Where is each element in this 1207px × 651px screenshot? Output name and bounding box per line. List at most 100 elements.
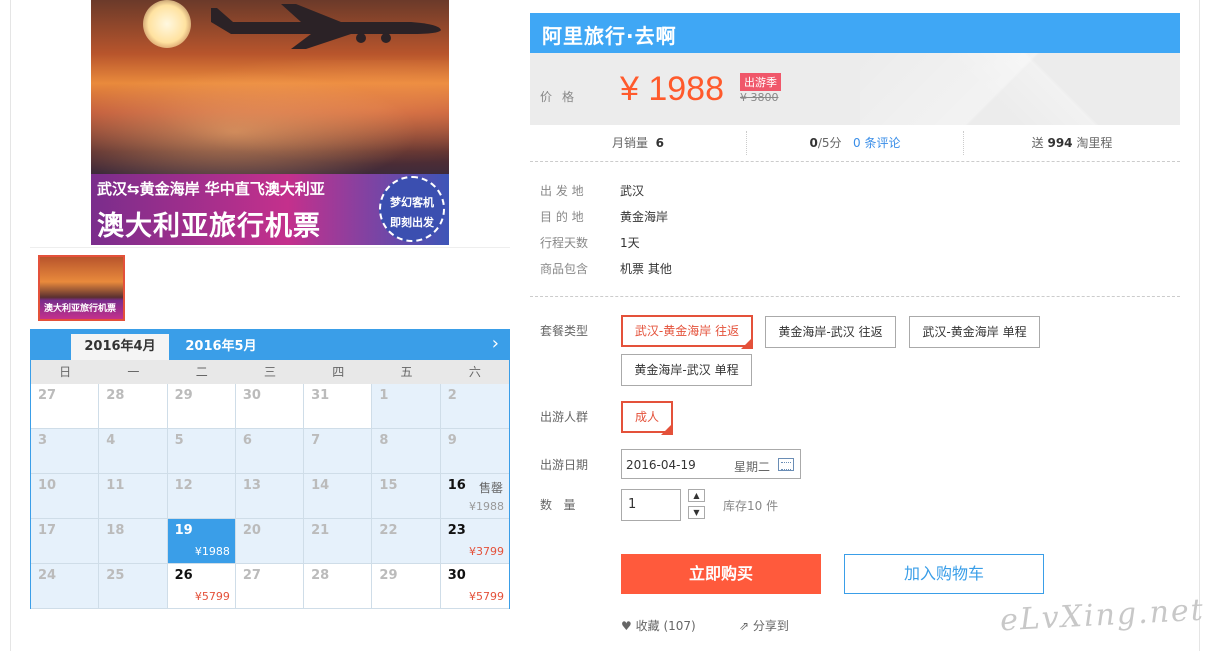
cloud-graphic [91,60,449,180]
info-value: 机票 其他 [620,262,672,276]
share-button[interactable]: ⇗ 分享到 [739,617,789,634]
rating: 0/5分 0 条评论 [747,131,964,155]
calendar-day-cell[interactable]: 19 ¥1988 [167,519,236,564]
calendar-day-cell: 28 [99,384,168,429]
calendar-day-number: 17 [38,523,57,538]
calendar-day-cell: 10 [31,474,100,519]
favorite-button[interactable]: ♥ 收藏 (107) [621,617,696,634]
calendar-day-number: 28 [311,568,330,583]
calendar-day-cell: 18 [99,519,168,564]
product-stats: 月销量 6 0/5分 0 条评论 送 994 淘里程 [530,130,1180,162]
travel-date-value: 2016-04-19 [626,458,696,472]
package-option-2[interactable]: 黄金海岸-武汉 往返 [765,316,896,348]
calendar-icon[interactable] [778,458,794,471]
heart-icon: ♥ [621,619,632,633]
miles-reward: 送 994 淘里程 [964,131,1180,155]
calendar-day-number: 21 [311,523,330,538]
monthly-sales-label: 月销量 [611,136,648,150]
calendar-day-cell: 4 [99,429,168,474]
monthly-sales-value: 6 [655,136,664,150]
package-option-1[interactable]: 武汉-黄金海岸 往返 [621,315,753,347]
calendar-day-number: 24 [38,568,57,583]
calendar-day-number: 3 [38,433,48,448]
calendar-day-cell: 22 [372,519,441,564]
weekday-fri: 五 [400,365,413,379]
tab-month-may[interactable]: 2016年5月 [171,334,271,360]
travel-date-weekday: 星期二 [734,460,771,474]
calendar-day-cell: 6 [235,429,305,474]
hero-stamp: 梦幻客机 即刻出发 [379,176,445,242]
calendar-day-number: 20 [242,523,261,538]
thumbnail-image[interactable]: 澳大利亚旅行机票 [38,255,125,321]
miles-suffix: 淘里程 [1076,136,1113,150]
quantity-up-icon[interactable]: ▲ [688,489,705,502]
quantity-down-icon[interactable]: ▼ [688,506,705,519]
price-box-pattern [860,53,1180,125]
calendar-day-number: 12 [174,478,193,493]
calendar-day-number: 30 [242,388,261,403]
calendar-day-cell[interactable]: 30 ¥5799 [440,564,509,609]
calendar-day-cell: 14 [304,474,373,519]
info-value: 武汉 [620,184,645,198]
weekday-wed: 三 [263,365,276,379]
price-calendar: 2016年4月 2016年5月 › 日 一 二 三 四 五 六 27 28 29 30… [30,329,510,609]
calendar-day-cell: 7 [304,429,373,474]
calendar-day-cell: 3 [31,429,100,474]
calendar-header: 2016年4月 2016年5月 › [31,330,509,360]
calendar-day-cell: 24 [31,564,100,609]
calendar-day-number: 16 [447,478,466,493]
calendar-day-cell: 27 [235,564,305,609]
favorite-label: 收藏 [635,619,660,633]
calendar-day-number: 25 [106,568,125,583]
share-icon: ⇗ [739,619,750,633]
calendar-day-cell: 29 [372,564,441,609]
buy-now-button[interactable]: 立即购买 [621,554,821,594]
weekday-sat: 六 [468,365,481,379]
calendar-day-cell: 27 [31,384,100,429]
calendar-day-number: 26 [174,568,193,583]
calendar-day-cell[interactable]: 23 ¥3799 [440,519,509,564]
traveler-option-adult[interactable]: 成人 [621,401,673,433]
calendar-day-cell: 29 [167,384,236,429]
calendar-day-number: 4 [106,433,116,448]
product-hero-image: 武汉⇆黄金海岸 华中直飞澳大利亚 澳大利亚旅行机票 梦幻客机 即刻出发 [91,0,449,245]
travel-date-field[interactable]: 2016-04-19 星期二 [621,449,801,479]
divider [530,296,1180,297]
calendar-day-number: 7 [311,433,321,448]
calendar-day-number: 10 [38,478,57,493]
calendar-day-number: 14 [311,478,330,493]
add-to-cart-button[interactable]: 加入购物车 [844,554,1044,594]
airplane-graphic [211,4,441,49]
info-label: 目 的 地 [540,210,584,224]
product-banner: 阿里旅行·去啊 [530,13,1180,53]
favorite-count: (107) [663,619,696,633]
qty-label: 数 量 [540,498,576,512]
miles-value: 994 [1047,136,1073,150]
package-option-4[interactable]: 黄金海岸-武汉 单程 [621,354,752,386]
product-title: 阿里旅行·去啊 [542,24,677,48]
quantity-input[interactable]: 1 [621,489,681,521]
calendar-day-cell: 25 [99,564,168,609]
price-box: 价格 ¥ 1988 出游季 ¥ 3800 [530,53,1180,125]
tab-month-april[interactable]: 2016年4月 [71,334,169,360]
calendar-day-cell[interactable]: 26 ¥5799 [167,564,236,609]
chevron-right-icon[interactable]: › [492,333,499,354]
season-badge: 出游季 [740,73,781,91]
package-option-3[interactable]: 武汉-黄金海岸 单程 [909,316,1040,348]
calendar-day-cell: 17 [31,519,100,564]
calendar-day-cell: 12 [167,474,236,519]
info-value: 黄金海岸 [620,210,669,224]
calendar-day-number: 13 [242,478,261,493]
current-price: ¥ 1988 [620,70,724,108]
divider [30,247,510,248]
calendar-day-price: ¥1988 [194,545,230,558]
calendar-day-cell: 13 [235,474,305,519]
calendar-day-cell: 20 [235,519,305,564]
calendar-day-cell: 15 [372,474,441,519]
calendar-day-cell: 21 [304,519,373,564]
calendar-day-cell: 2 [440,384,509,429]
calendar-day-number: 11 [106,478,125,493]
calendar-day-cell: 28 [304,564,373,609]
calendar-day-number: 19 [174,523,193,538]
reviews-link[interactable]: 0 条评论 [853,136,900,150]
